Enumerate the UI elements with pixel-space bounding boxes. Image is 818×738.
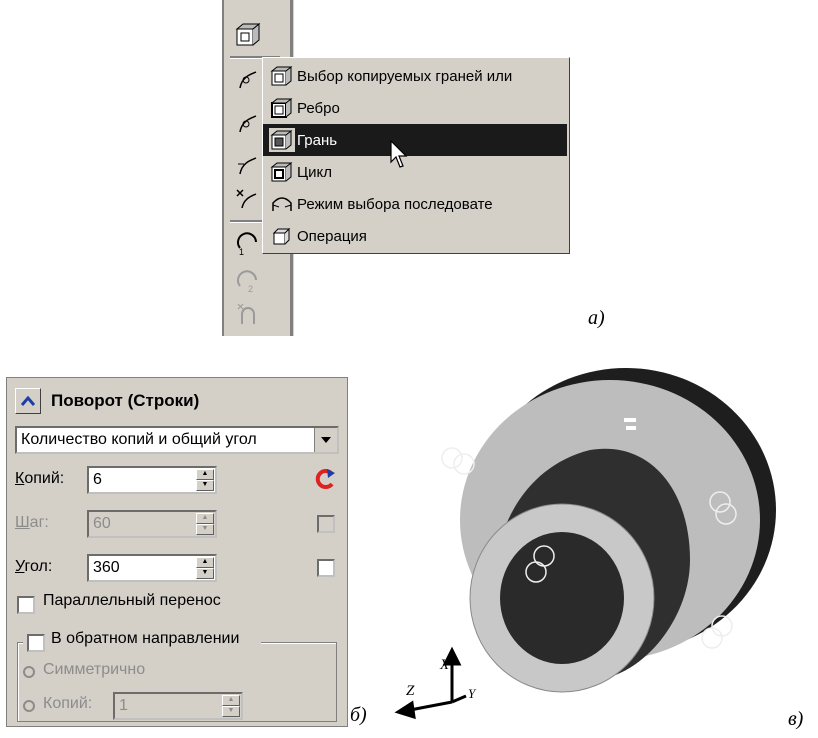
menu-item-label: Грань <box>297 131 338 149</box>
caption-v: в) <box>788 708 804 730</box>
part-3d-view <box>394 368 776 720</box>
selection-flyout-menu: Выбор копируемых граней или Ребро Грань … <box>262 57 570 254</box>
caption-a: а) <box>588 307 605 329</box>
curve-tool-icon-1[interactable] <box>234 66 264 94</box>
edge-icon <box>269 96 295 120</box>
mirror-tool-icon-disabled[interactable] <box>234 300 264 328</box>
reverse-checkbox[interactable] <box>27 634 45 652</box>
menu-item-label: Цикл <box>297 163 332 181</box>
angle-value: 360 <box>93 559 120 576</box>
spin-down-button[interactable]: ▼ <box>196 568 214 579</box>
collapse-button[interactable] <box>15 388 41 414</box>
axis-z-label: Z <box>406 683 415 699</box>
rotation-properties-panel: Поворот (Строки) Количество копий и общи… <box>6 377 348 727</box>
chevron-up-icon <box>21 395 35 406</box>
copies-label: Копий: <box>15 470 65 487</box>
symmetric-label: Симметрично <box>43 661 146 678</box>
curve-delete-tool-icon[interactable] <box>234 186 264 214</box>
spin-up-button[interactable]: ▲ <box>196 557 214 568</box>
copies2-label: Копий: <box>43 695 93 712</box>
menu-item-face[interactable]: Грань <box>263 124 567 156</box>
loop-icon <box>269 160 295 184</box>
step-label: Шаг: <box>15 514 49 531</box>
parallel-checkbox[interactable] <box>17 596 35 614</box>
symmetric-radio[interactable] <box>23 666 35 678</box>
sequential-select-icon <box>269 192 295 216</box>
angle-label: Угол: <box>15 558 53 575</box>
menu-item-sequential-select[interactable]: Режим выбора последовате <box>263 188 563 220</box>
copies2-spinner[interactable]: 1 ▲ ▼ <box>113 692 243 720</box>
bore <box>500 532 624 664</box>
mode-select-value: Количество копий и общий угол <box>21 431 257 448</box>
parallel-label: Параллельный перенос <box>43 592 221 609</box>
rotate-tool-icon-disabled[interactable]: 2 <box>234 266 264 294</box>
face-select-icon <box>269 64 295 88</box>
copies-spinner[interactable]: 6 ▲ ▼ <box>87 466 217 494</box>
angle-spinner[interactable]: 360 ▲ ▼ <box>87 554 217 582</box>
spin-down-button[interactable]: ▼ <box>196 524 214 535</box>
menu-item-loop[interactable]: Цикл <box>263 156 563 188</box>
svg-text:1: 1 <box>239 247 244 256</box>
mouse-cursor-icon <box>390 139 410 175</box>
spin-up-button[interactable]: ▲ <box>196 469 214 480</box>
panel-title: Поворот (Строки) <box>51 391 200 410</box>
menu-item-operation[interactable]: Операция <box>263 220 563 252</box>
rotate-tool-icon[interactable]: 1 <box>234 228 264 257</box>
copies-value: 6 <box>93 471 102 488</box>
reverse-direction-icon[interactable] <box>312 466 338 492</box>
step-checkbox[interactable] <box>317 515 335 533</box>
operation-icon <box>269 224 295 248</box>
menu-item-label: Ребро <box>297 99 340 117</box>
menu-item-edge[interactable]: Ребро <box>263 92 563 124</box>
face-select-tool-icon[interactable] <box>234 22 264 50</box>
menu-item-label: Режим выбора последовате <box>297 195 493 213</box>
spin-up-button[interactable]: ▲ <box>222 695 240 706</box>
step-spinner[interactable]: 60 ▲ ▼ <box>87 510 217 538</box>
axis-x-label: X <box>440 657 450 673</box>
dropdown-button[interactable] <box>314 428 337 452</box>
menu-item-face-select[interactable]: Выбор копируемых граней или <box>263 60 563 92</box>
panel-header: Поворот (Строки) <box>15 386 335 416</box>
step-value: 60 <box>93 515 111 532</box>
reverse-label: В обратном направлении <box>51 630 240 647</box>
copies2-value: 1 <box>119 697 128 714</box>
spin-down-button[interactable]: ▼ <box>196 480 214 491</box>
face-icon <box>269 128 295 152</box>
spin-down-button[interactable]: ▼ <box>222 706 240 717</box>
curve-tool-icon-2[interactable] <box>234 110 264 138</box>
caption-b: б) <box>350 704 367 726</box>
chevron-down-icon <box>321 437 331 443</box>
curve-tool-icon-3[interactable] <box>234 152 264 180</box>
menu-item-label: Операция <box>297 227 367 245</box>
spin-up-button[interactable]: ▲ <box>196 513 214 524</box>
angle-checkbox[interactable] <box>317 559 335 577</box>
svg-text:2: 2 <box>248 284 253 294</box>
menu-item-label: Выбор копируемых граней или <box>297 67 513 85</box>
axis-y-label: Y <box>468 686 476 701</box>
copies-radio[interactable] <box>23 700 35 712</box>
mode-select[interactable]: Количество копий и общий угол <box>15 426 339 454</box>
